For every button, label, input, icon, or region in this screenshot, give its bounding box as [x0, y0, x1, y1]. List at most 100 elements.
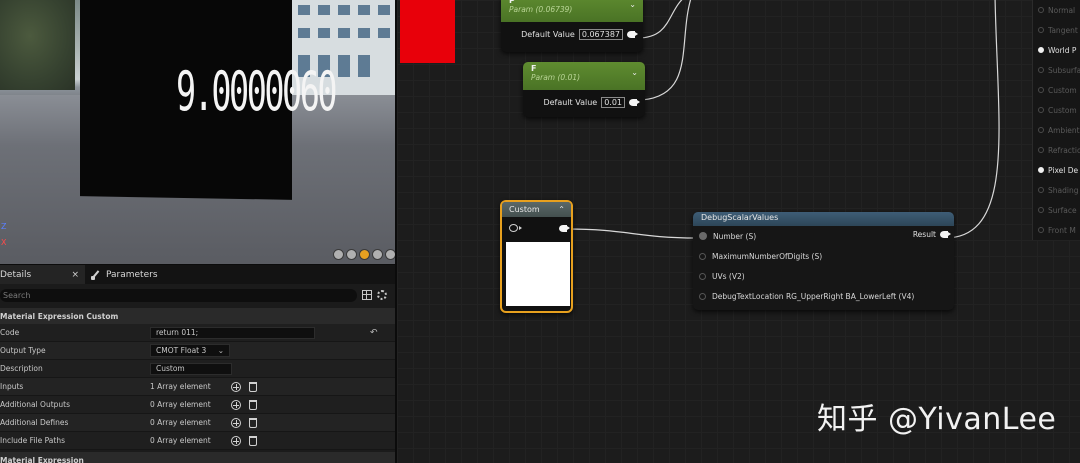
input-row-text-location: DebugTextLocation RG_UpperRight BA_Lower…: [693, 286, 954, 306]
property-label: Inputs: [0, 382, 24, 391]
trash-icon[interactable]: [249, 381, 257, 392]
add-element-icon[interactable]: [231, 381, 241, 392]
node-title[interactable]: DebugScalarValues: [693, 212, 954, 226]
result-pin-row[interactable]: Tangent: [1033, 20, 1080, 40]
output-pin-icon[interactable]: [627, 30, 638, 38]
input-row-max-digits: MaximumNumberOfDigits (S): [693, 246, 954, 266]
result-pin-row[interactable]: Surface: [1033, 200, 1080, 220]
array-count: 0 Array element: [150, 418, 211, 427]
viewport-background-tree: [0, 0, 75, 90]
description-field[interactable]: Custom: [150, 362, 232, 375]
reset-arrow-icon[interactable]: ↶: [370, 328, 378, 338]
input-pin-icon[interactable]: [699, 292, 706, 300]
code-field[interactable]: return 011;: [150, 326, 315, 339]
property-list: Code return 011; ↶ Output Type CMOT Floa…: [0, 324, 395, 450]
param-node-f[interactable]: F Param (0.01) ⌄ Default Value 0.01: [523, 62, 645, 117]
pin-label: Subsurface: [1048, 65, 1080, 75]
pin-label: Refraction: [1048, 145, 1080, 155]
add-element-icon[interactable]: [231, 417, 241, 428]
tab-parameters[interactable]: Parameters: [85, 265, 164, 284]
add-element-icon[interactable]: [231, 435, 241, 446]
trash-icon[interactable]: [249, 417, 257, 428]
property-row-description: Description Custom: [0, 360, 395, 378]
property-label: Additional Outputs: [0, 400, 70, 409]
array-count: 1 Array element: [150, 382, 211, 391]
output-label: Result: [912, 230, 936, 239]
input-pin-icon[interactable]: [699, 252, 706, 260]
axis-z-label: Z: [1, 222, 7, 231]
pin-icon: [1038, 47, 1044, 53]
pin-label: Pixel De: [1048, 165, 1079, 175]
pin-icon: [1038, 187, 1044, 193]
search-row: Search: [0, 284, 395, 306]
result-pin-row[interactable]: Pixel De: [1033, 160, 1080, 180]
material-result-node[interactable]: Normal Tangent World P Subsurface Custom…: [1032, 0, 1080, 240]
preview-mesh-select-icon[interactable]: [385, 249, 395, 260]
result-pin-row[interactable]: World P: [1033, 40, 1080, 60]
preview-cube-icon[interactable]: [372, 249, 383, 260]
pin-label: Front M: [1048, 225, 1076, 235]
result-pin-row[interactable]: Custom: [1033, 100, 1080, 120]
result-pin-row[interactable]: Custom: [1033, 80, 1080, 100]
pin-icon: [1038, 167, 1044, 173]
default-value-field[interactable]: 0.067387: [578, 28, 623, 40]
result-pin-row[interactable]: Subsurface: [1033, 60, 1080, 80]
input-row-uvs: UVs (V2): [693, 266, 954, 286]
pin-icon: [1038, 107, 1044, 113]
result-pin-row[interactable]: Front M: [1033, 220, 1080, 240]
node-preview-swatch: [506, 242, 570, 306]
gear-icon[interactable]: [377, 290, 387, 300]
pin-label: Tangent: [1048, 25, 1078, 35]
input-label: UVs (V2): [712, 271, 745, 281]
property-label: Additional Defines: [0, 418, 69, 427]
close-icon[interactable]: ×: [71, 270, 79, 280]
node-header[interactable]: Custom ⌃: [502, 202, 571, 217]
chevron-down-icon[interactable]: ⌄: [629, 0, 636, 9]
result-pin-row[interactable]: Normal: [1033, 0, 1080, 20]
preview-viewport[interactable]: 9.0000060 Z X: [0, 0, 395, 264]
pin-label: Normal: [1048, 5, 1076, 15]
pin-icon: [1038, 27, 1044, 33]
input-pin-icon[interactable]: [699, 272, 706, 280]
param-node-p[interactable]: P Param (0.06739) ⌄ Default Value 0.0673…: [501, 0, 643, 52]
custom-node[interactable]: Custom ⌃: [500, 200, 573, 313]
array-count: 0 Array element: [150, 400, 211, 409]
pin-label: Ambient: [1048, 125, 1080, 135]
output-pin-icon[interactable]: [629, 98, 640, 106]
output-type-dropdown[interactable]: CMOT Float 3 ⌄: [150, 344, 230, 357]
grid-view-icon[interactable]: [362, 290, 372, 300]
material-graph-canvas[interactable]: P Param (0.06739) ⌄ Default Value 0.0673…: [395, 0, 1080, 463]
property-label: Code: [0, 328, 20, 337]
output-pin-icon[interactable]: [559, 224, 570, 232]
section-header-custom[interactable]: Material Expression Custom: [0, 308, 395, 324]
section-header-expression[interactable]: Material Expression: [0, 452, 395, 463]
axis-x-label: X: [1, 238, 7, 247]
tab-details[interactable]: Details ×: [0, 265, 85, 284]
result-pin-row[interactable]: Refraction: [1033, 140, 1080, 160]
preview-sphere-icon[interactable]: [333, 249, 344, 260]
chevron-up-icon[interactable]: ⌃: [558, 205, 565, 214]
output-type-value: CMOT Float 3: [156, 346, 207, 355]
trash-icon[interactable]: [249, 435, 257, 446]
search-input[interactable]: Search: [0, 288, 357, 302]
node-subtitle: Param (0.01): [531, 73, 581, 82]
chevron-down-icon[interactable]: ⌄: [631, 68, 638, 77]
preview-cylinder-icon[interactable]: [346, 249, 357, 260]
details-panel: Details × Parameters Search Material Exp…: [0, 264, 395, 463]
default-value-field[interactable]: 0.01: [601, 96, 625, 108]
trash-icon[interactable]: [249, 399, 257, 410]
add-element-icon[interactable]: [231, 399, 241, 410]
node-header[interactable]: P Param (0.06739) ⌄: [501, 0, 643, 22]
node-header[interactable]: F Param (0.01) ⌄: [523, 62, 645, 90]
input-pin-icon[interactable]: [699, 232, 707, 240]
output-pin-icon[interactable]: [940, 231, 951, 238]
array-count: 0 Array element: [150, 436, 211, 445]
result-pin-row[interactable]: Shading: [1033, 180, 1080, 200]
debug-scalar-values-node[interactable]: DebugScalarValues Number (S) Result Maxi…: [693, 212, 954, 310]
watermark-text: 知乎 @YivanLee: [817, 402, 1057, 437]
result-pin-row[interactable]: Ambient: [1033, 120, 1080, 140]
input-pin-icon[interactable]: [509, 224, 522, 232]
property-row-output-type: Output Type CMOT Float 3 ⌄: [0, 342, 395, 360]
pin-icon: [1038, 127, 1044, 133]
preview-plane-icon[interactable]: [359, 249, 370, 260]
